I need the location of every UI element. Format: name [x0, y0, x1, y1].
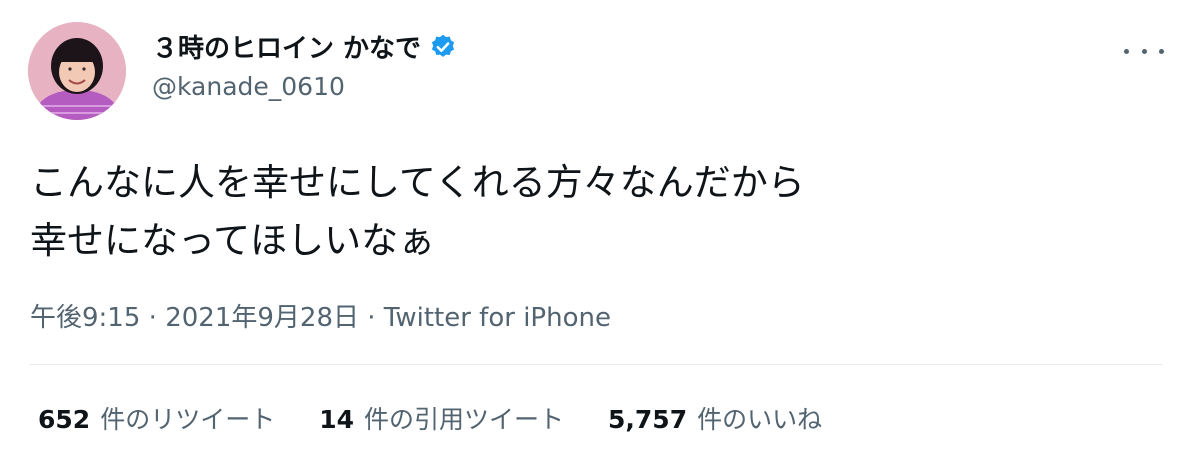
quote-count-link[interactable]: 14 件の引用ツイート — [319, 400, 564, 436]
tweet-text: こんなに人を幸せにしてくれる方々なんだから 幸せになってほしいなぁ — [30, 154, 1150, 270]
divider — [30, 364, 1162, 365]
user-handle[interactable]: @kanade_0610 — [152, 72, 345, 101]
tweet-card: ３時のヒロイン かなで @kanade_0610 こんなに人を幸せにしてくれる方… — [0, 0, 1200, 456]
tweet-text-line: こんなに人を幸せにしてくれる方々なんだから — [30, 161, 805, 204]
tweet-text-line: 幸せになってほしいなぁ — [30, 219, 436, 262]
tweet-time[interactable]: 午後9:15 — [30, 303, 140, 333]
retweet-count: 652 — [38, 405, 91, 434]
meta-separator: · — [140, 303, 166, 333]
like-count: 5,757 — [608, 405, 688, 434]
like-label: 件のいいね — [697, 405, 823, 434]
tweet-stats: 652 件のリツイート 14 件の引用ツイート 5,757 件のいいね — [38, 400, 866, 436]
avatar[interactable] — [28, 22, 126, 120]
retweet-count-link[interactable]: 652 件のリツイート — [38, 400, 275, 436]
display-name[interactable]: ３時のヒロイン かなで — [152, 28, 457, 65]
tweet-date[interactable]: 2021年9月28日 — [165, 303, 359, 333]
display-name-text: ３時のヒロイン かなで — [152, 34, 422, 64]
more-dot — [1124, 48, 1129, 54]
avatar-image — [28, 22, 126, 120]
tweet-source[interactable]: Twitter for iPhone — [384, 303, 611, 333]
quote-count: 14 — [319, 405, 354, 434]
more-options-icon[interactable] — [1124, 44, 1164, 58]
more-dot — [1141, 48, 1147, 54]
like-count-link[interactable]: 5,757 件のいいね — [608, 400, 822, 436]
meta-separator: · — [358, 303, 384, 333]
retweet-label: 件のリツイート — [100, 405, 276, 434]
more-dot — [1159, 48, 1164, 54]
verified-badge-icon — [429, 33, 457, 61]
tweet-meta: 午後9:15 · 2021年9月28日 · Twitter for iPhone — [30, 297, 611, 334]
quote-label: 件の引用ツイート — [364, 405, 565, 434]
